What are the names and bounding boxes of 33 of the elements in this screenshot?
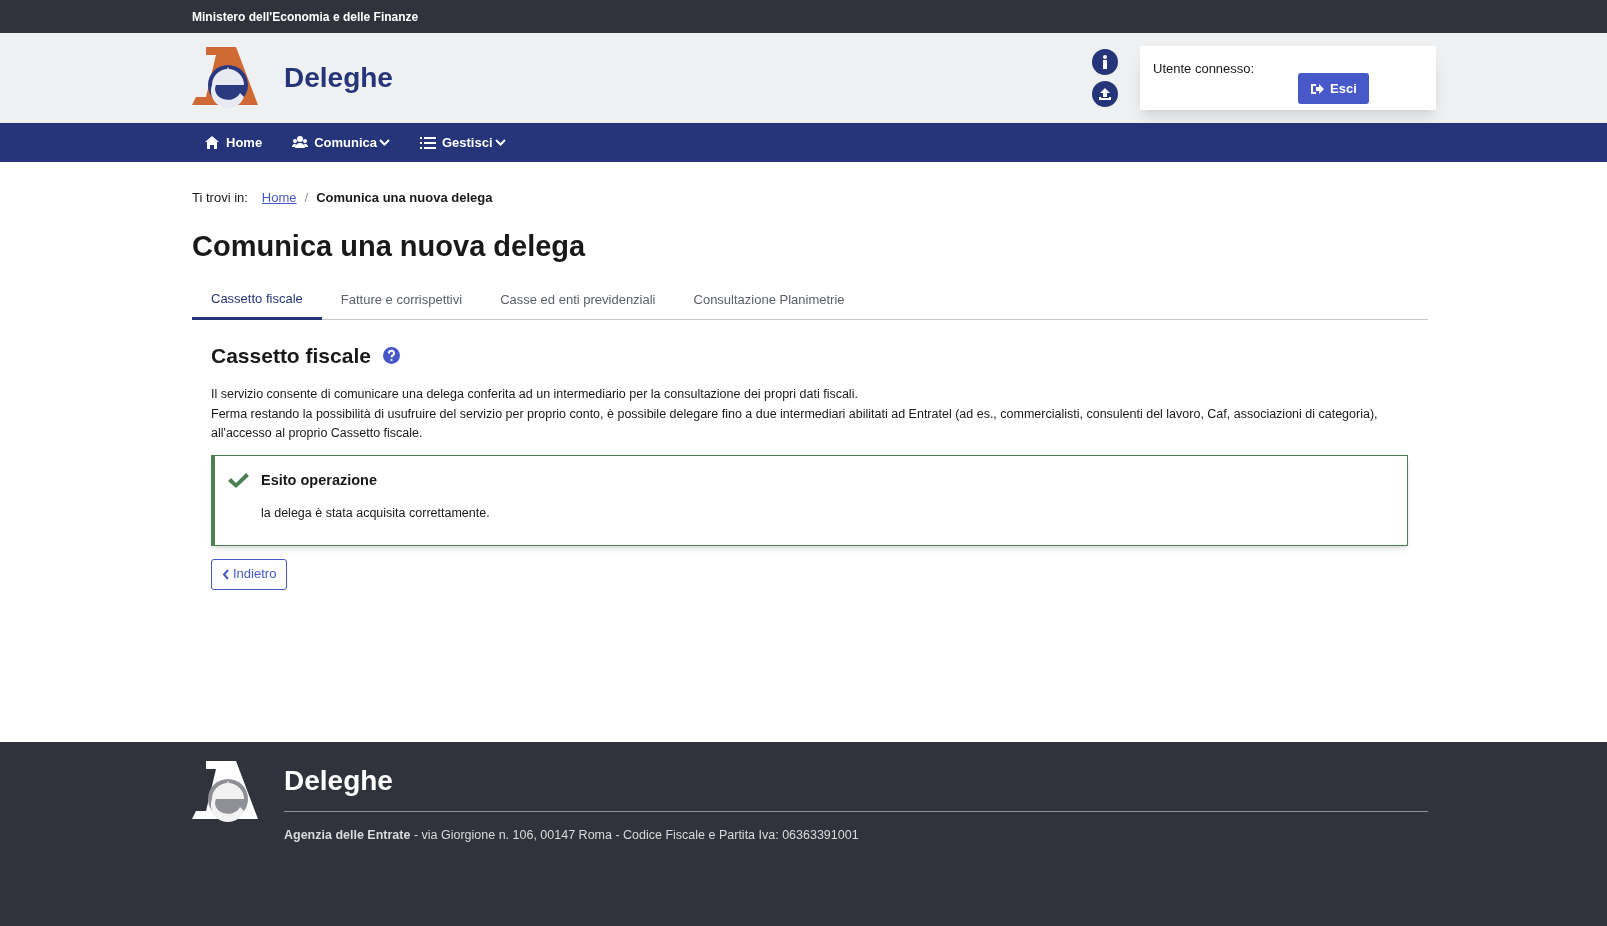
users-icon [292,135,309,150]
alert-title: Esito operazione [261,470,378,490]
back-button[interactable]: Indietro [211,558,288,590]
check-icon [227,471,250,489]
logout-icon [1310,82,1324,95]
footer-title: Deleghe [284,764,394,798]
home-icon [204,135,220,150]
section-title: Cassetto fiscale [211,342,371,369]
app-title: Deleghe [284,61,393,95]
list-icon [419,135,436,150]
ministry-name: Ministero dell'Economia e delle Finanze [192,8,419,26]
user-label: Utente connesso: [1153,60,1255,78]
nav-item[interactable]: Comunica [280,123,402,162]
breadcrumb-separator: / [304,189,309,207]
chevron-left-icon [222,568,229,580]
tab[interactable]: Casse ed enti previdenziali [481,280,675,320]
tab[interactable]: Fatture e corrispettivi [321,280,482,320]
breadcrumb-current: Comunica una nuova delega [316,189,493,207]
breadcrumb-label: Ti trovi in: [192,189,248,207]
breadcrumb-link[interactable]: Home [261,188,297,208]
info-icon[interactable] [1092,49,1118,75]
tab[interactable]: Consultazione Planimetrie [674,280,864,320]
upload-icon[interactable] [1092,81,1118,107]
logout-button[interactable]: Esci [1298,73,1369,104]
tab[interactable]: Cassetto fiscale [192,280,322,320]
description-text: Il servizio consente di comunicare una delega conferita ad un intermediario per la consultazione dei propri dati fiscali. [211,386,859,403]
nav-item[interactable]: Home [192,123,275,162]
page-title: Comunica una nuova delega [192,228,587,264]
description-text: Ferma restando la possibilità di usufruire del servizio per proprio conto, è possibile delegare fino a due intermediari abilitati ad Entratel (ad es., commercialisti, consulenti del lavoro, Caf, associazioni di categoria), all'accesso al proprio Cassetto fiscale. [211,405,1379,442]
help-icon[interactable] [382,346,400,364]
alert-message: la delega è stata acquisita correttamente. [261,505,491,523]
footer-address: Agenzia delle Entrate - via Giorgione n. 106, 00147 Roma - Codice Fiscale e Partita Iva: 06363391001 [284,827,860,844]
nav-item[interactable]: Gestisci [407,123,518,162]
